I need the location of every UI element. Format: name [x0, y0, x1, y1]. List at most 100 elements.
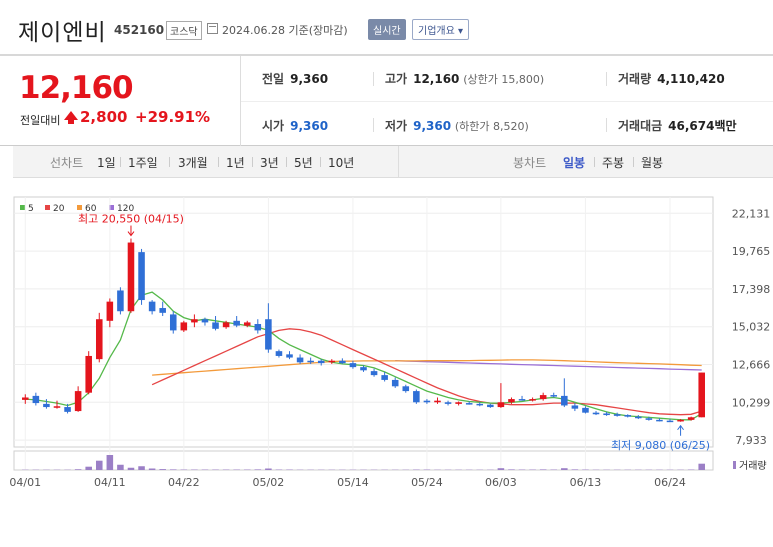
candle-body: [181, 322, 188, 330]
candle-body: [276, 351, 283, 356]
prev-close-value: 9,360: [290, 72, 328, 86]
volume-bar: [85, 467, 92, 470]
candle-body: [85, 356, 92, 393]
tab-3y[interactable]: 3년: [260, 154, 279, 171]
volume-label: 거래량: [618, 72, 651, 86]
candle-body: [466, 403, 473, 405]
legend-swatch: [45, 205, 50, 210]
candle-body: [582, 408, 589, 413]
candle-body: [318, 361, 325, 363]
volume-bar: [255, 469, 262, 470]
stock-code: 452160: [114, 23, 164, 37]
candle-body: [677, 420, 684, 422]
candle-body: [212, 322, 219, 328]
candle-body: [476, 404, 483, 406]
calendar-icon: [207, 23, 218, 34]
tab-3m[interactable]: 3개월: [178, 154, 208, 171]
tab-1y[interactable]: 1년: [226, 154, 245, 171]
volume-bar: [508, 469, 515, 470]
candle-body: [360, 367, 367, 370]
plot-frame: [14, 197, 713, 447]
open-value: 9,360: [290, 119, 328, 133]
x-tick-label: 06/13: [570, 476, 602, 489]
candle-body: [413, 391, 420, 402]
reference-date: 2024.06.28 기준(장마감): [222, 22, 348, 38]
candle-body: [350, 363, 357, 367]
candle-body: [75, 391, 82, 411]
candle-body: [265, 319, 272, 349]
divider: [373, 118, 374, 132]
current-price-box: 12,160 전일대비 2,800 +29.91%: [0, 56, 241, 146]
candle-body: [603, 413, 610, 415]
candle-body: [656, 420, 663, 422]
candle-body: [128, 243, 135, 312]
volume-bar: [540, 469, 547, 470]
lower-limit: (하한가 8,520): [455, 120, 529, 133]
volume-bar: [698, 464, 705, 470]
candle-body: [424, 401, 431, 403]
candle-body: [614, 414, 621, 416]
x-tick-label: 04/22: [168, 476, 200, 489]
low-value: 9,360: [413, 119, 451, 133]
tab-separator: [633, 157, 634, 167]
company-overview-button[interactable]: 기업개요 ▾: [412, 19, 469, 40]
candle-chart-svg: 5206012022,13119,76517,39815,03212,66610…: [0, 195, 773, 543]
prev-compare-label: 전일대비: [20, 112, 60, 128]
candle-body: [117, 290, 124, 311]
tab-separator: [120, 157, 121, 167]
candle-body: [498, 402, 505, 407]
volume-bar: [138, 466, 145, 470]
tabs-divider: [398, 146, 399, 177]
tab-5y[interactable]: 5년: [294, 154, 313, 171]
legend-label: 5: [28, 204, 34, 214]
y-tick-label: 19,765: [732, 245, 771, 258]
stock-header: 제이엔비 452160 코스닥 2024.06.28 기준(장마감) 실시간 기…: [0, 0, 773, 50]
tab-weekly[interactable]: 주봉: [602, 154, 624, 171]
candle-body: [286, 354, 293, 357]
amount-value: 46,674: [668, 119, 714, 133]
tab-1d[interactable]: 1일: [97, 154, 116, 171]
volume-bar: [498, 468, 505, 470]
row-divider: [241, 101, 773, 102]
upper-limit: (상한가 15,800): [463, 73, 544, 86]
candle-body: [297, 358, 304, 363]
candle-body: [392, 380, 399, 386]
candle-body: [540, 395, 547, 399]
tab-monthly[interactable]: 월봉: [641, 154, 663, 171]
chart-tabs: 선차트 1일 1주일 3개월 1년 3년 5년 10년 봉차트 일봉 주봉 월봉: [13, 146, 773, 178]
realtime-button[interactable]: 실시간: [368, 19, 406, 40]
tab-separator: [169, 157, 170, 167]
candle-body: [33, 396, 40, 403]
x-tick-label: 05/02: [253, 476, 285, 489]
tab-1w[interactable]: 1주일: [128, 154, 158, 171]
legend-swatch: [77, 205, 82, 210]
low-annotation: 최저 9,080 (06/25): [611, 439, 710, 452]
price-summary: 12,160 전일대비 2,800 +29.91% 전일9,360 고가12,1…: [0, 54, 773, 146]
y-tick-label: 15,032: [732, 321, 771, 334]
high-label: 고가: [385, 72, 407, 86]
candle-body: [688, 417, 695, 420]
y-tick-label: 17,398: [732, 283, 771, 296]
x-tick-label: 05/24: [411, 476, 443, 489]
amount-cell: 거래대금46,674백만: [618, 117, 737, 134]
volume-bar: [170, 469, 177, 470]
tab-separator: [320, 157, 321, 167]
open-cell: 시가9,360: [262, 117, 328, 134]
candle-body: [138, 252, 145, 300]
tab-10y[interactable]: 10년: [328, 154, 354, 171]
candle-body: [455, 402, 462, 404]
candle-body: [646, 418, 653, 420]
x-tick-label: 04/11: [94, 476, 126, 489]
candle-body: [159, 308, 166, 313]
candle-body: [371, 371, 378, 375]
candle-body: [64, 407, 71, 412]
candle-body: [191, 319, 198, 322]
tab-daily[interactable]: 일봉: [563, 154, 585, 171]
divider: [373, 72, 374, 86]
candle-body: [233, 321, 240, 326]
candle-body: [255, 324, 262, 330]
candle-body: [667, 421, 674, 423]
tab-candle-chart[interactable]: 봉차트: [513, 154, 546, 171]
volume-bar: [265, 469, 272, 471]
tab-line-chart[interactable]: 선차트: [50, 154, 83, 171]
